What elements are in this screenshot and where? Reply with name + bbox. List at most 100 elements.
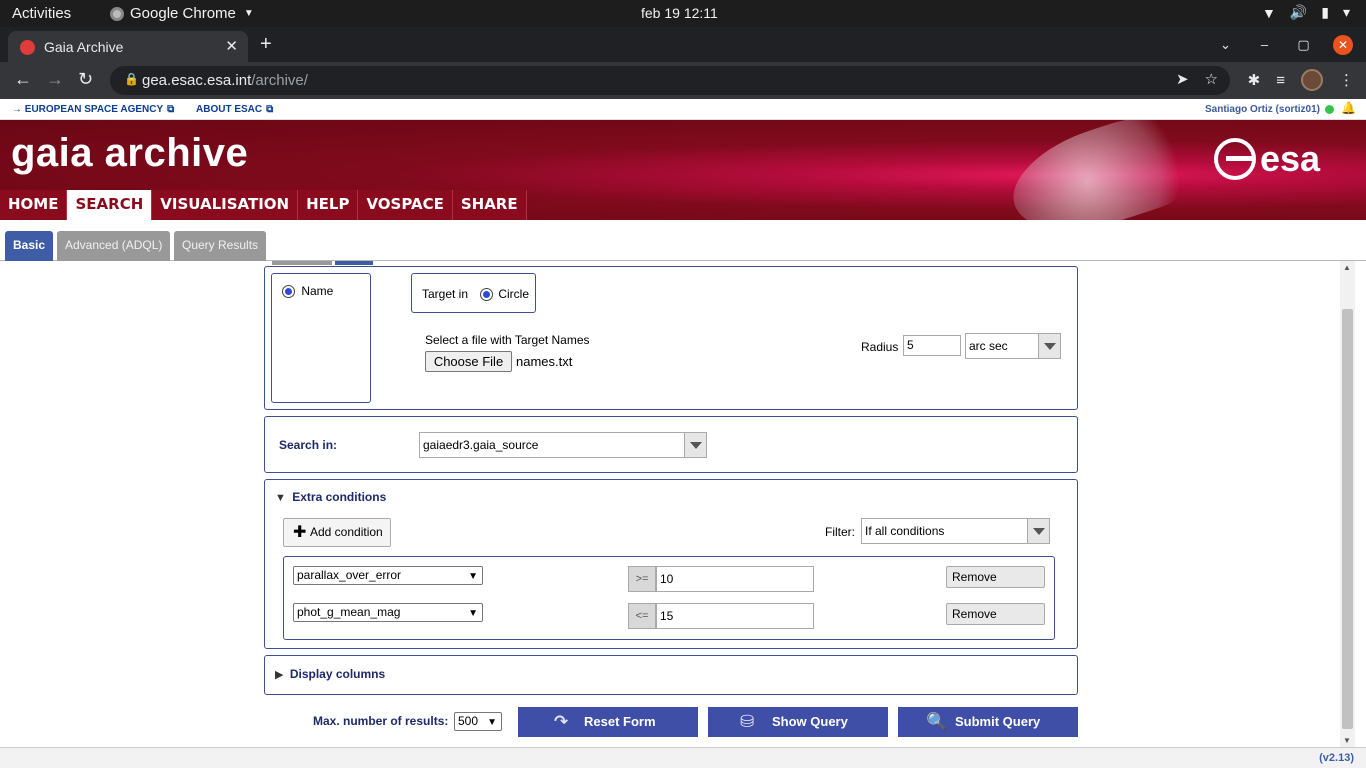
browser-tab[interactable]: Gaia Archive ✕ [8, 31, 248, 62]
name-radio[interactable] [282, 285, 295, 299]
bell-icon[interactable]: 🔔 [1341, 101, 1356, 115]
conditions-list: parallax_over_error ▼ >= 10 Remove phot_… [283, 556, 1055, 640]
site-title[interactable]: gaia archive [11, 131, 248, 176]
site-banner: gaia archive esa HOME SEARCH VISUALISATI… [0, 120, 1366, 220]
database-icon: ⛁ [740, 712, 755, 731]
name-option[interactable]: Name [282, 284, 333, 299]
caret-down-icon: ▼ [243, 8, 254, 19]
condition-value-input[interactable]: 15 [656, 603, 814, 629]
search-in-panel: Search in: gaiaedr3.gaia_source [264, 416, 1078, 473]
app-menu[interactable]: Google Chrome ▼ [110, 5, 254, 22]
table-select[interactable]: gaiaedr3.gaia_source [419, 432, 707, 458]
url-text[interactable]: gea.esac.esa.int/archive/ [142, 72, 308, 89]
condition-column-select[interactable]: phot_g_mean_mag ▼ [293, 603, 483, 622]
browser-toolbar: ← → ↻ 🔒 gea.esac.esa.int/archive/ ➤ ☆ ✱ … [0, 62, 1366, 99]
esa-logo[interactable]: esa [1214, 138, 1320, 180]
tab-advanced-adql[interactable]: Advanced (ADQL) [57, 231, 171, 261]
menu-help[interactable]: HELP [298, 190, 359, 220]
media-icon[interactable]: ≡ [1276, 72, 1285, 89]
tab-basic[interactable]: Basic [5, 231, 54, 261]
reload-icon[interactable]: ↻ [78, 69, 93, 90]
condition-operator[interactable]: >= [628, 566, 656, 592]
show-query-button[interactable]: ⛁ Show Query [708, 707, 888, 737]
about-esac-link[interactable]: ABOUT ESAC ⧉ [196, 104, 273, 115]
galaxy-image [999, 120, 1211, 220]
version-label: (v2.13) [1319, 752, 1354, 764]
bookmark-star-icon[interactable]: ☆ [1205, 70, 1218, 88]
search-in-label: Search in: [279, 438, 338, 452]
radius-unit-select[interactable]: arc sec [965, 333, 1061, 359]
chevron-down-icon [1027, 519, 1049, 543]
circle-radio[interactable] [480, 288, 493, 302]
triangle-right-icon: ▶ [275, 669, 284, 681]
esa-links-bar: → EUROPEAN SPACE AGENCY ⧉ ABOUT ESAC ⧉ San… [0, 99, 1366, 120]
send-icon[interactable]: ➤ [1176, 70, 1189, 88]
extra-conditions-toggle[interactable]: ▼ Extra conditions [275, 490, 386, 504]
target-type-box: Name [271, 273, 371, 403]
tab-strip: Gaia Archive ✕ + ⌄ – ▢ ✕ [0, 27, 1366, 62]
clock[interactable]: feb 19 12:11 [641, 5, 718, 21]
chevron-down-icon: ▼ [468, 571, 478, 582]
system-tray[interactable]: ▼ 🔊 ▮ ▾ [1262, 4, 1350, 21]
scroll-up-icon[interactable]: ▲ [1343, 263, 1351, 272]
tab-search-icon[interactable]: ⌄ [1206, 37, 1245, 53]
menu-visualisation[interactable]: VISUALISATION [152, 190, 299, 220]
volume-icon: 🔊 [1289, 4, 1308, 20]
new-tab-icon[interactable]: + [260, 33, 272, 56]
tab-query-results[interactable]: Query Results [174, 231, 267, 261]
close-window-icon[interactable]: ✕ [1333, 34, 1353, 55]
search-subtabs: Basic Advanced (ADQL) Query Results [0, 220, 1366, 261]
search-form: Name Target in Circle Select a file with… [0, 261, 1340, 747]
esa-ring-icon [1214, 138, 1256, 180]
scroll-thumb[interactable] [1342, 309, 1353, 729]
menu-vospace[interactable]: VOSPACE [358, 190, 453, 220]
close-tab-icon[interactable]: ✕ [225, 37, 238, 55]
condition-column-select[interactable]: parallax_over_error ▼ [293, 566, 483, 585]
app-name: Google Chrome [130, 5, 236, 22]
filter-select[interactable]: If all conditions [861, 518, 1050, 544]
max-results-select[interactable]: 500 ▼ [454, 712, 502, 731]
remove-condition-button[interactable]: Remove [946, 566, 1045, 588]
esa-link[interactable]: → EUROPEAN SPACE AGENCY ⧉ [12, 104, 174, 115]
page-scrollbar[interactable]: ▲ ▼ [1340, 261, 1355, 747]
circle-option[interactable]: Circle [480, 287, 529, 302]
chrome-icon [110, 6, 124, 21]
address-bar[interactable]: 🔒 gea.esac.esa.int/archive/ ➤ ☆ [110, 66, 1230, 95]
choose-file-button[interactable]: Choose File [425, 351, 512, 372]
page-footer: (v2.13) [0, 747, 1366, 768]
radius-input[interactable]: 5 [903, 335, 961, 356]
chevron-down-icon: ▼ [468, 608, 478, 619]
add-condition-button[interactable]: ✚ Add condition [283, 518, 391, 547]
scroll-down-icon[interactable]: ▼ [1343, 736, 1351, 745]
radius-label: Radius [861, 340, 899, 354]
user-name[interactable]: Santiago Ortiz (sortiz01) [1205, 104, 1320, 115]
forward-icon[interactable]: → [46, 69, 64, 90]
extensions-icon[interactable]: ✱ [1248, 71, 1261, 89]
wifi-icon: ▼ [1261, 4, 1276, 21]
max-results-label: Max. number of results: [313, 714, 449, 728]
menu-dots-icon[interactable]: ⋮ [1339, 71, 1354, 89]
restore-icon[interactable]: ▢ [1284, 37, 1323, 53]
condition-value-input[interactable]: 10 [656, 566, 814, 592]
inner-tab-stub[interactable] [272, 261, 332, 265]
condition-operator[interactable]: <= [628, 603, 656, 629]
display-columns-toggle[interactable]: ▶ Display columns [275, 667, 385, 681]
tab-title: Gaia Archive [44, 39, 124, 55]
profile-avatar[interactable] [1301, 69, 1323, 91]
battery-icon: ▮ [1321, 4, 1329, 20]
minimize-icon[interactable]: – [1245, 37, 1284, 52]
activities-button[interactable]: Activities [12, 5, 71, 22]
menu-home[interactable]: HOME [0, 190, 68, 220]
external-link-icon: ⧉ [167, 104, 175, 115]
chevron-down-icon [684, 433, 706, 457]
chevron-down-icon: ▼ [487, 717, 497, 728]
file-name: names.txt [516, 354, 573, 369]
inner-tab-stub[interactable] [335, 261, 373, 265]
remove-condition-button[interactable]: Remove [946, 603, 1045, 625]
reset-form-button[interactable]: ↷ Reset Form [518, 707, 698, 737]
menu-share[interactable]: SHARE [453, 190, 527, 220]
back-icon[interactable]: ← [14, 69, 32, 90]
submit-query-button[interactable]: 🔍 Submit Query [898, 707, 1078, 737]
lock-icon[interactable]: 🔒 [124, 72, 139, 86]
menu-search[interactable]: SEARCH [67, 190, 153, 220]
